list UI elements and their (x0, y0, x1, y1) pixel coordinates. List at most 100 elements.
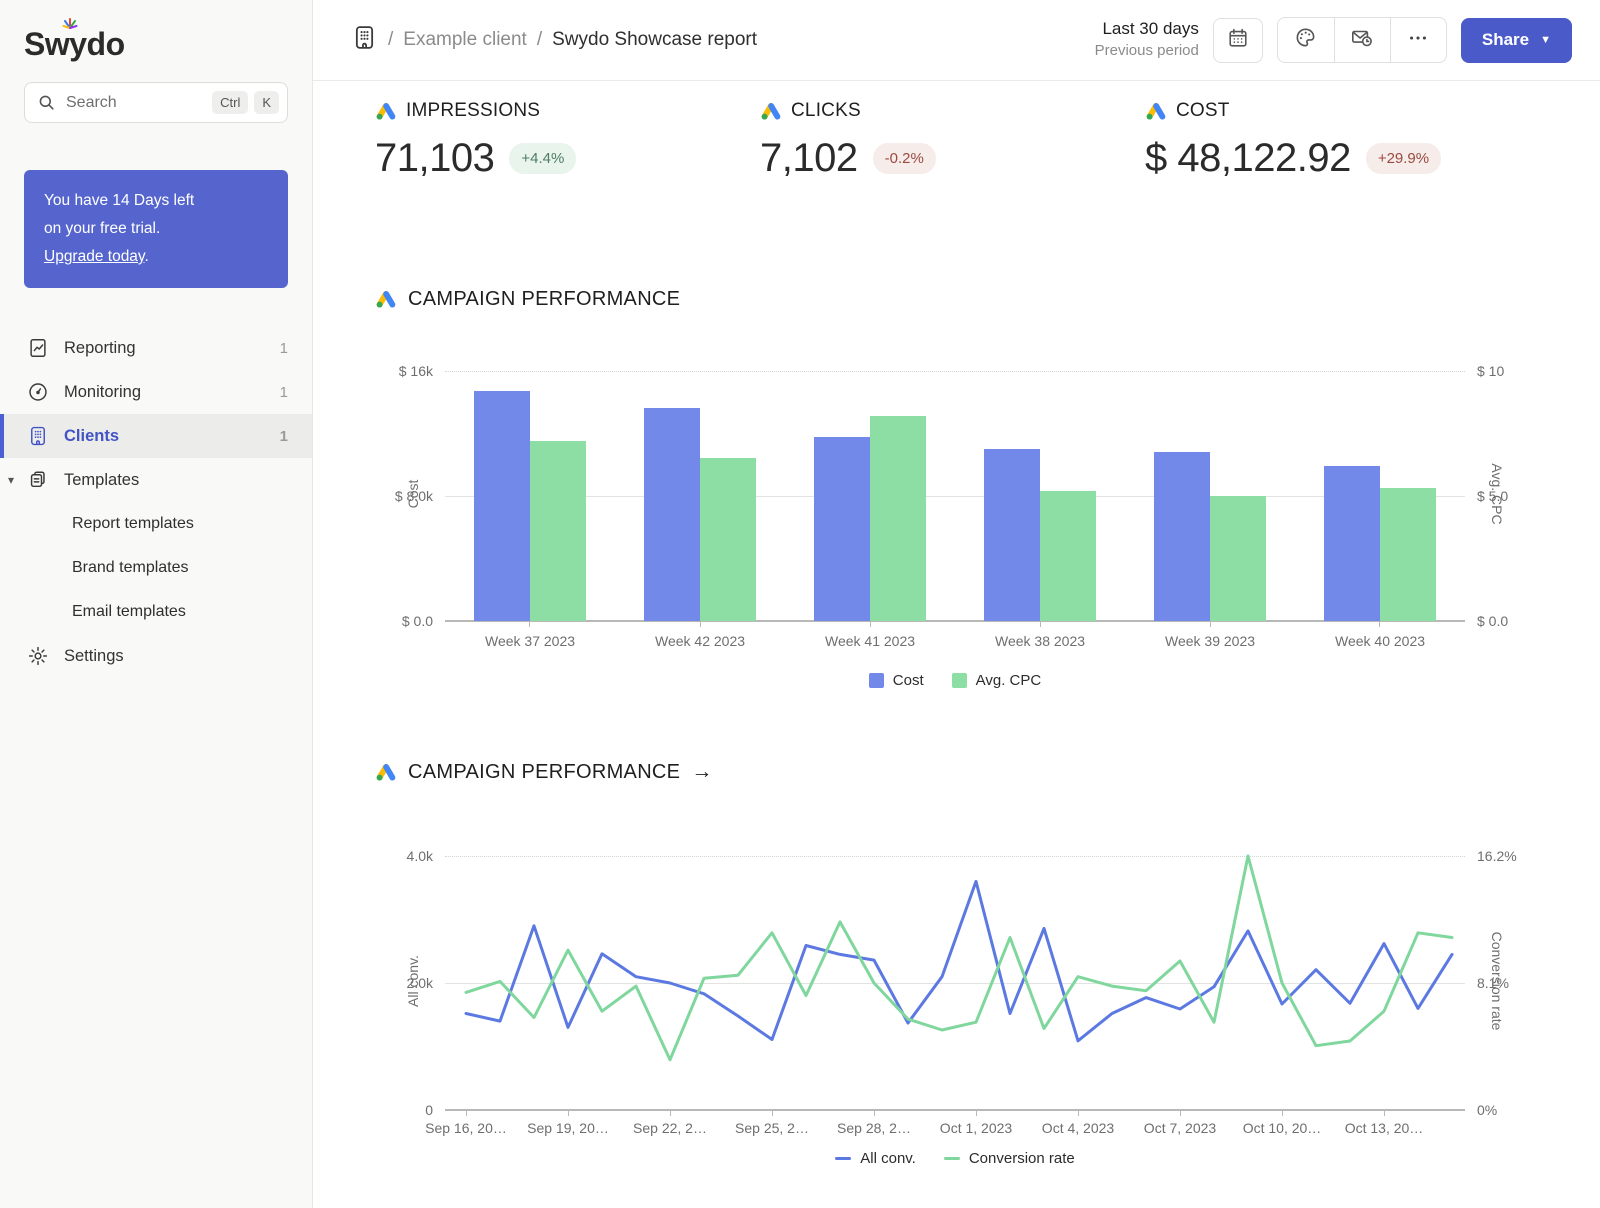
legend-item[interactable]: Cost (869, 672, 924, 689)
chart-title[interactable]: CAMPAIGN PERFORMANCE→ (375, 760, 713, 784)
monitoring-icon (26, 381, 50, 403)
kpi-value: $ 48,122.92 (1145, 136, 1351, 181)
ellipsis-icon (1407, 27, 1429, 54)
x-axis-date-label: Sep 19, 20… (527, 1120, 609, 1136)
kpi-header: COST (1145, 100, 1530, 122)
sidebar-item-label: Settings (64, 647, 124, 666)
clients-icon (26, 425, 50, 447)
kpi-value: 7,102 (760, 136, 858, 181)
legend-label: All conv. (860, 1150, 916, 1167)
building-icon (351, 24, 378, 57)
legend-label: Conversion rate (969, 1150, 1075, 1167)
sidebar-subitem-label: Brand templates (72, 559, 189, 577)
x-axis-category-label: Week 37 2023 (445, 633, 615, 649)
bar-cost[interactable] (814, 437, 870, 621)
bar-cost[interactable] (1324, 466, 1380, 621)
external-link-arrow: → (691, 760, 712, 784)
date-range-display[interactable]: Last 30 days Previous period (1095, 18, 1199, 62)
breadcrumb-client[interactable]: Example client (403, 29, 527, 51)
x-axis-date-label: Sep 22, 2… (633, 1120, 707, 1136)
kpi-value: 71,103 (375, 136, 494, 181)
chevron-down-icon[interactable]: ▾ (8, 473, 14, 487)
bar-group (1125, 452, 1295, 621)
bar-group (955, 449, 1125, 621)
bar-avg-cpc[interactable] (700, 458, 756, 621)
search-input[interactable]: Search Ctrl K (24, 82, 288, 123)
bar-group (785, 416, 955, 621)
y-axis-tick-left: 4.0k (407, 848, 433, 864)
bar-cost[interactable] (474, 391, 530, 621)
bar-cost[interactable] (644, 408, 700, 621)
x-axis-date-label: Oct 10, 20… (1243, 1120, 1322, 1136)
date-range-primary: Last 30 days (1095, 18, 1199, 40)
y-axis-tick-right: 0% (1477, 1102, 1497, 1118)
share-button[interactable]: Share ▼ (1461, 18, 1572, 63)
breadcrumb-separator: / (388, 29, 393, 51)
trial-suffix: . (145, 248, 149, 265)
settings-icon (26, 645, 50, 667)
x-axis-date-label: Oct 4, 2023 (1042, 1120, 1114, 1136)
sidebar-item-reporting[interactable]: Reporting1 (0, 326, 312, 370)
swydo-logo[interactable]: Swydo (24, 20, 312, 68)
trial-banner: You have 14 Days left on your free trial… (24, 170, 288, 288)
bar-avg-cpc[interactable] (870, 416, 926, 621)
kpi-header: CLICKS (760, 100, 1145, 122)
x-axis-date-label: Sep 28, 2… (837, 1120, 911, 1136)
bar-cost[interactable] (984, 449, 1040, 621)
bar-avg-cpc[interactable] (1040, 491, 1096, 621)
bar-avg-cpc[interactable] (1210, 496, 1266, 621)
sidebar-item-count: 1 (280, 384, 288, 401)
sidebar-subitem-brand-templates[interactable]: Brand templates (0, 546, 312, 590)
x-axis-tick (1379, 621, 1380, 627)
sidebar-item-count: 1 (280, 428, 288, 445)
bar-cost[interactable] (1154, 452, 1210, 621)
sidebar-item-monitoring[interactable]: Monitoring 1 (0, 370, 312, 414)
legend-swatch (944, 1157, 960, 1160)
breadcrumb: / Example client / Swydo Showcase report (351, 24, 757, 57)
sidebar-subitem-report-templates[interactable]: Report templates (0, 502, 312, 546)
x-axis-labels: Sep 16, 20…Sep 19, 20…Sep 22, 2…Sep 25, … (445, 1112, 1465, 1152)
kpi-body: $ 48,122.92+29.9% (1145, 136, 1530, 181)
line-series-all-conv-[interactable] (466, 881, 1452, 1040)
y-axis-label-right: Conversion rate (1489, 901, 1505, 1061)
kpi-delta-badge: +4.4% (509, 143, 576, 174)
upgrade-link[interactable]: Upgrade today (44, 248, 145, 265)
calendar-button[interactable] (1213, 18, 1263, 63)
y-axis-label-left: Cost (405, 434, 421, 554)
bar-groups (445, 371, 1465, 621)
kpi-label: CLICKS (791, 100, 861, 122)
sidebar-item-label: Monitoring (64, 383, 141, 402)
x-axis-tick (1040, 621, 1041, 627)
sidebar-item-count: 1 (280, 340, 288, 357)
legend-item[interactable]: Avg. CPC (952, 672, 1042, 689)
bar-avg-cpc[interactable] (1380, 488, 1436, 621)
chart-plot: $ 16k$ 10$ 8.0k$ 5.0$ 0.0$ 0.0CostAvg. C… (445, 371, 1465, 621)
sidebar-subitem-email-templates[interactable]: Email templates (0, 590, 312, 634)
breadcrumb-report-title[interactable]: Swydo Showcase report (552, 29, 757, 51)
sidebar-item-settings[interactable]: Settings (0, 634, 312, 678)
schedule-email-button[interactable] (1334, 18, 1390, 62)
reporting-icon (26, 337, 50, 359)
y-axis-tick-right: $ 10 (1477, 363, 1504, 379)
top-bar: / Example client / Swydo Showcase report… (313, 0, 1600, 81)
y-axis-tick-right: 16.2% (1477, 848, 1517, 864)
search-placeholder: Search (66, 94, 206, 112)
date-range-secondary: Previous period (1095, 40, 1199, 62)
legend-item[interactable]: All conv. (835, 1150, 916, 1167)
x-axis-date-label: Oct 1, 2023 (940, 1120, 1012, 1136)
breadcrumb-separator: / (537, 29, 542, 51)
line-series-conversion-rate[interactable] (466, 856, 1452, 1060)
bar-avg-cpc[interactable] (530, 441, 586, 621)
more-options-button[interactable] (1390, 18, 1446, 62)
y-axis-tick-right: $ 0.0 (1477, 613, 1508, 629)
y-axis-label-right: Avg. CPC (1489, 414, 1505, 574)
sidebar-item-clients[interactable]: Clients1 (0, 414, 312, 458)
campaign-performance-bar-chart: CAMPAIGN PERFORMANCE$ 16k$ 10$ 8.0k$ 5.0… (375, 288, 1555, 708)
google-ads-icon (375, 762, 397, 782)
sidebar-subitem-label: Email templates (72, 603, 186, 621)
sparkle-icon (60, 14, 80, 37)
theme-palette-button[interactable] (1278, 18, 1334, 62)
report-toolbar (1277, 17, 1447, 63)
sidebar-item-templates[interactable]: ▾Templates (0, 458, 312, 502)
legend-item[interactable]: Conversion rate (944, 1150, 1075, 1167)
